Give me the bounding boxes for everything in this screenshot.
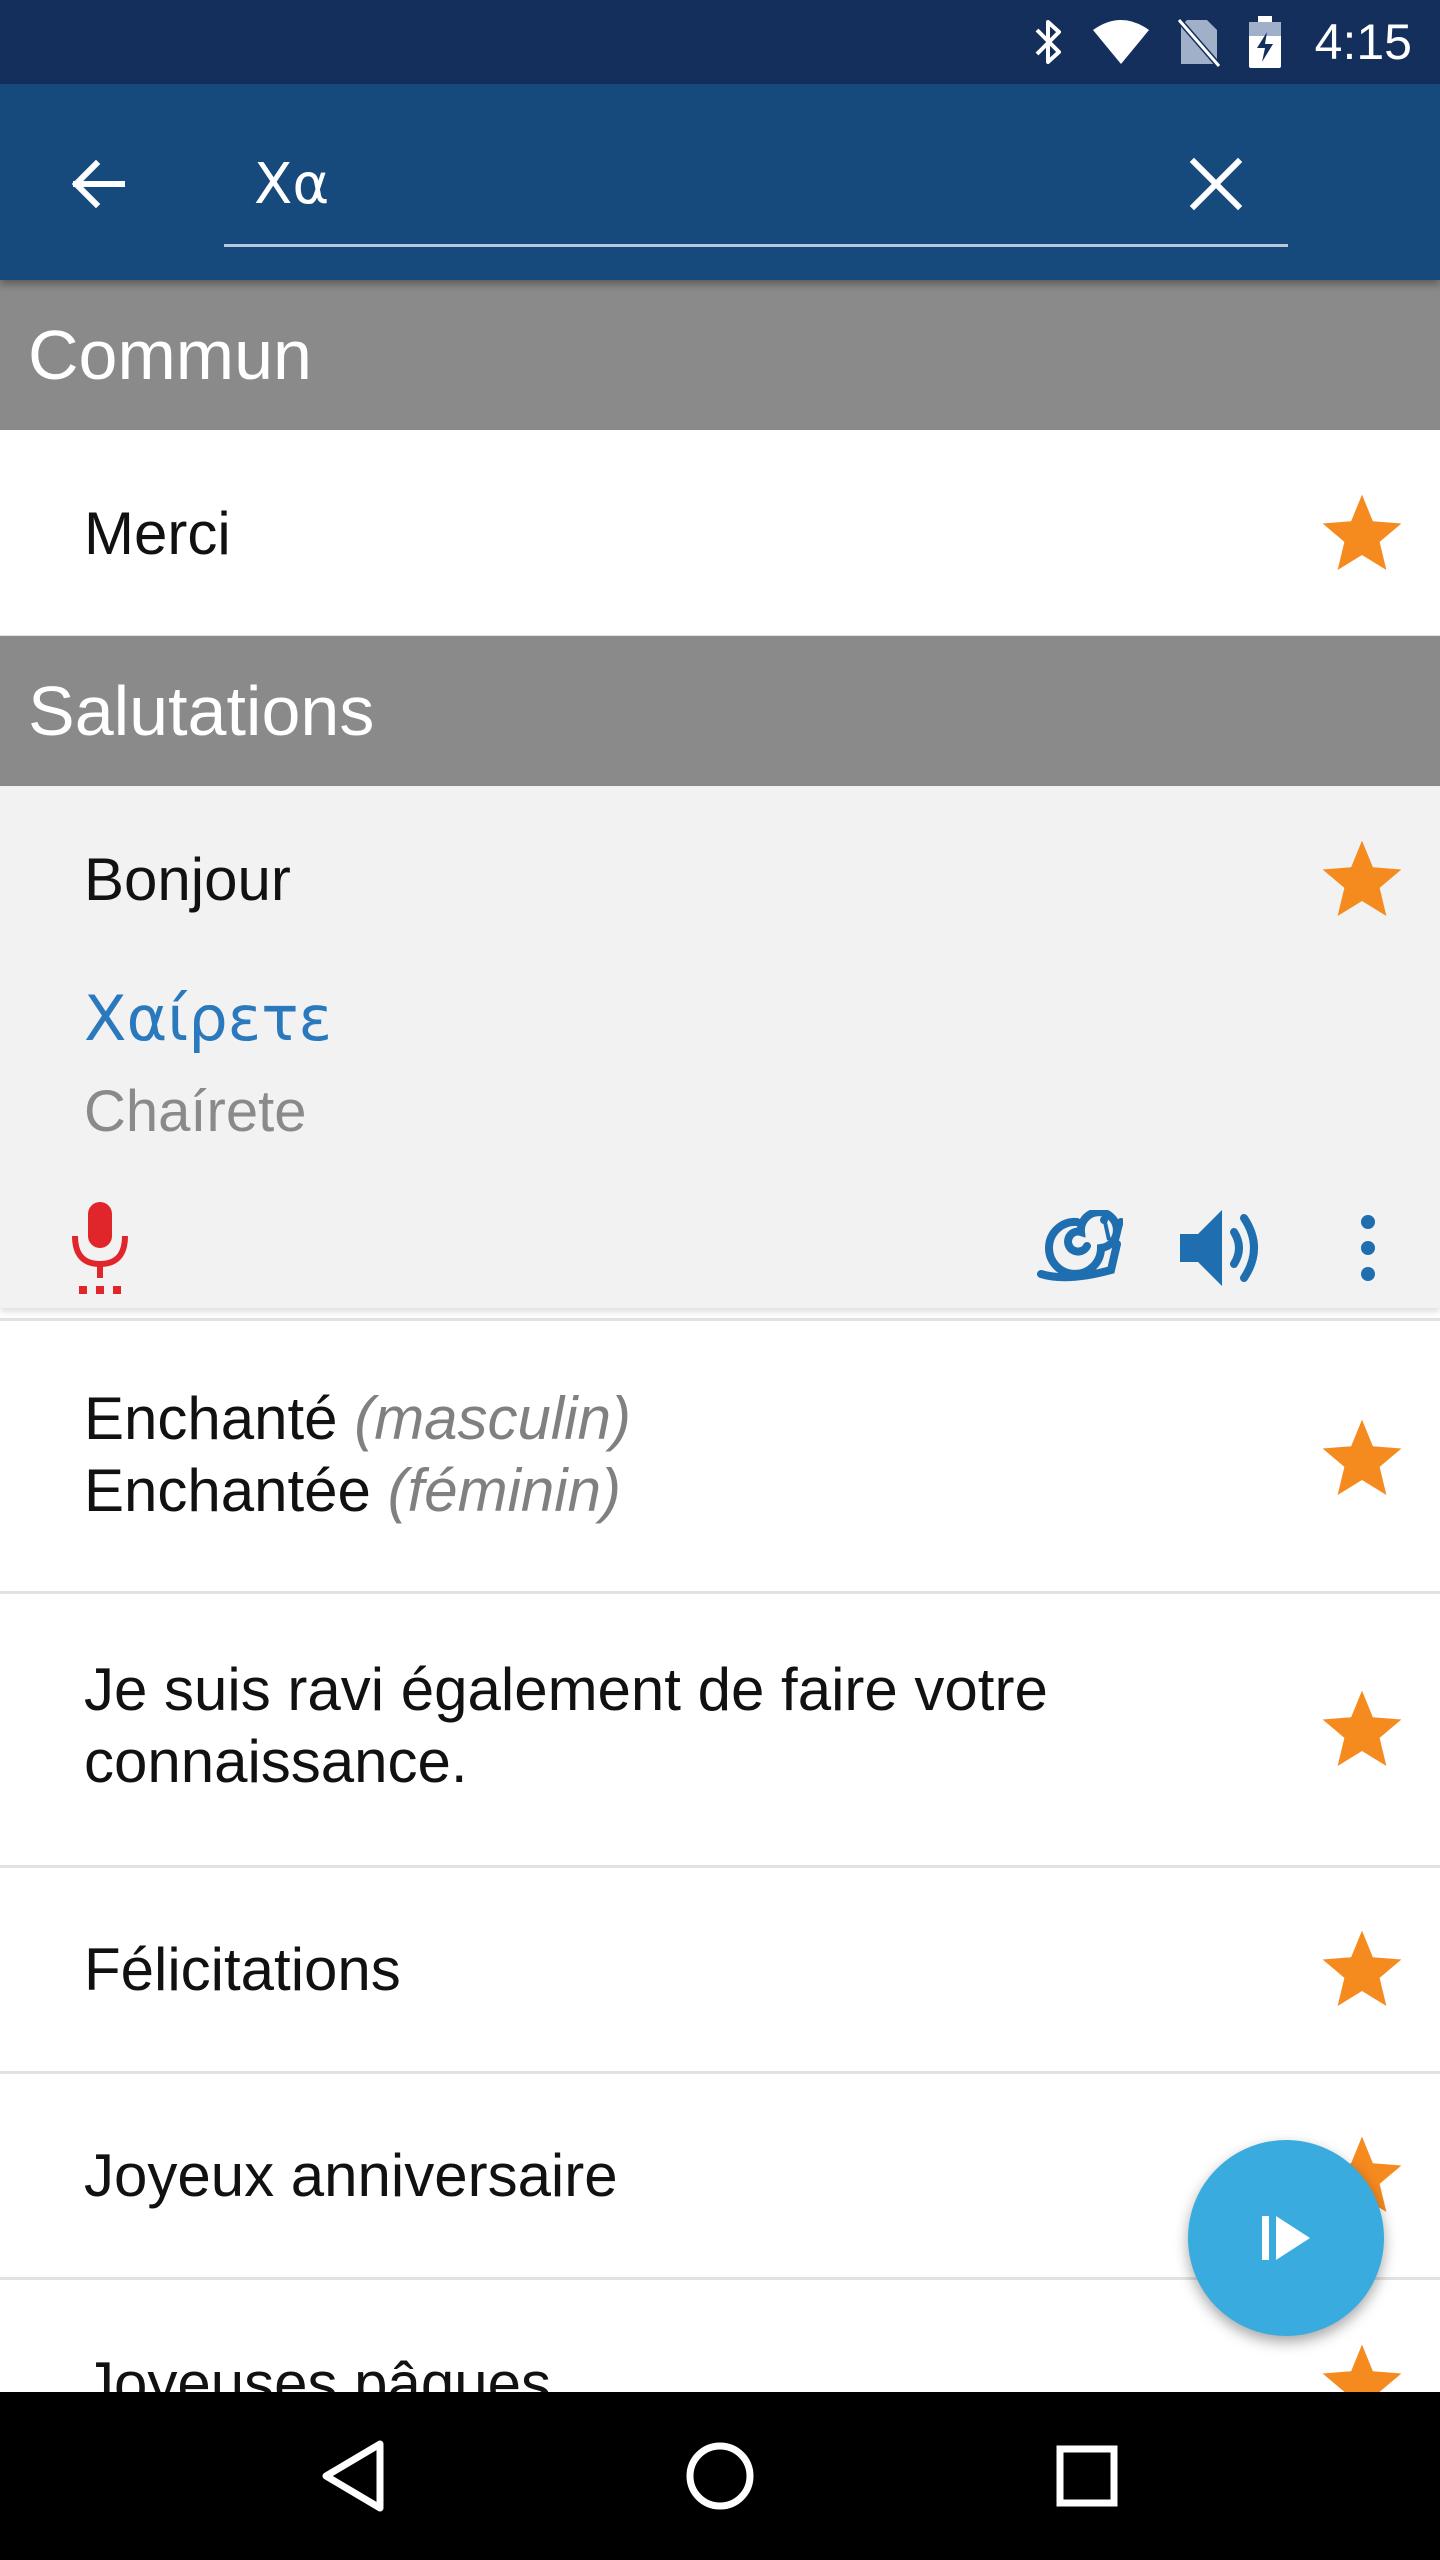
status-bar: 4:15 <box>0 0 1440 84</box>
close-icon <box>1189 157 1243 211</box>
bluetooth-icon <box>1031 16 1065 68</box>
phrase-text: Bonjour <box>84 846 291 913</box>
phrase-row[interactable]: Merci <box>0 430 1440 638</box>
phrase-row-expanded[interactable]: Bonjour Χαίρετε Chaírete <box>0 786 1440 1308</box>
play-audio-button[interactable] <box>1172 1198 1272 1298</box>
search-field <box>224 124 1288 247</box>
arrow-left-icon <box>71 159 125 209</box>
favorite-star-button[interactable] <box>1312 484 1412 584</box>
nav-back-icon <box>322 2440 384 2512</box>
nav-home-button[interactable] <box>660 2416 780 2536</box>
star-icon <box>1322 1419 1402 1495</box>
gender-note: (féminin) <box>387 1457 621 1524</box>
nav-home-icon <box>686 2442 754 2510</box>
phrase-masculin: Enchanté <box>84 1385 338 1452</box>
play-all-fab[interactable] <box>1188 2140 1384 2336</box>
phrase-line: connaissance. <box>84 1728 468 1795</box>
favorite-star-button[interactable] <box>1312 1680 1412 1780</box>
status-icons: 4:15 <box>1031 0 1412 84</box>
nav-recents-button[interactable] <box>1027 2416 1147 2536</box>
star-icon <box>1322 1690 1402 1766</box>
back-button[interactable] <box>56 142 140 226</box>
record-button[interactable] <box>50 1198 150 1298</box>
section-header-commun: Commun <box>0 280 1440 430</box>
more-vert-icon <box>1361 1215 1375 1281</box>
phrase-row[interactable]: Félicitations <box>0 1868 1440 2074</box>
speaker-icon <box>1180 1210 1258 1286</box>
wifi-icon <box>1091 18 1151 66</box>
section-header-salutations: Salutations <box>0 636 1440 786</box>
phrase-text-multiline: Je suis ravi également de faire votre co… <box>84 1654 1048 1798</box>
phrase-text: Joyeuses pâques <box>84 2350 551 2392</box>
battery-charging-icon <box>1247 14 1283 70</box>
status-time: 4:15 <box>1314 14 1412 70</box>
no-sim-icon <box>1176 16 1221 68</box>
star-icon <box>1322 2344 1402 2392</box>
favorite-star-button[interactable] <box>1312 1409 1412 1509</box>
translation-text: Χαίρετε <box>84 982 333 1055</box>
play-next-icon <box>1262 2216 1310 2260</box>
phrase-row[interactable]: Enchanté (masculin) Enchantée (féminin) <box>0 1318 1440 1594</box>
nav-recents-icon <box>1056 2445 1118 2507</box>
star-icon <box>1322 1930 1402 2006</box>
star-icon <box>1322 494 1402 570</box>
snail-slow-icon <box>1037 1210 1123 1282</box>
favorite-star-button[interactable] <box>1312 1920 1412 2020</box>
app-bar <box>0 84 1440 280</box>
phrase-text: Merci <box>84 500 231 567</box>
section-title: Commun <box>28 316 312 394</box>
microphone-icon <box>72 1202 128 1294</box>
phrase-feminin: Enchantée <box>84 1457 371 1524</box>
phrase-list[interactable]: Commun Merci Salutations Bonjour Χαίρετε… <box>0 280 1440 2392</box>
transliteration-text: Chaírete <box>84 1079 307 1144</box>
search-input[interactable] <box>252 138 1156 230</box>
more-options-button[interactable] <box>1318 1198 1418 1298</box>
phrase-line: Je suis ravi également de faire votre <box>84 1656 1048 1723</box>
navigation-bar <box>0 2392 1440 2560</box>
favorite-star-button[interactable] <box>1312 2334 1412 2392</box>
section-title: Salutations <box>28 672 375 750</box>
favorite-star-button[interactable] <box>1312 830 1412 930</box>
phrase-text: Félicitations <box>84 1936 401 2003</box>
phrase-row[interactable]: Je suis ravi également de faire votre co… <box>0 1594 1440 1868</box>
slow-play-button[interactable] <box>1030 1198 1130 1298</box>
nav-back-button[interactable] <box>293 2416 413 2536</box>
phrase-text-multiline: Enchanté (masculin) Enchantée (féminin) <box>84 1383 631 1527</box>
phrase-text: Joyeux anniversaire <box>84 2142 618 2209</box>
star-icon <box>1322 840 1402 916</box>
gender-note: (masculin) <box>354 1385 631 1452</box>
clear-search-button[interactable] <box>1174 142 1258 226</box>
